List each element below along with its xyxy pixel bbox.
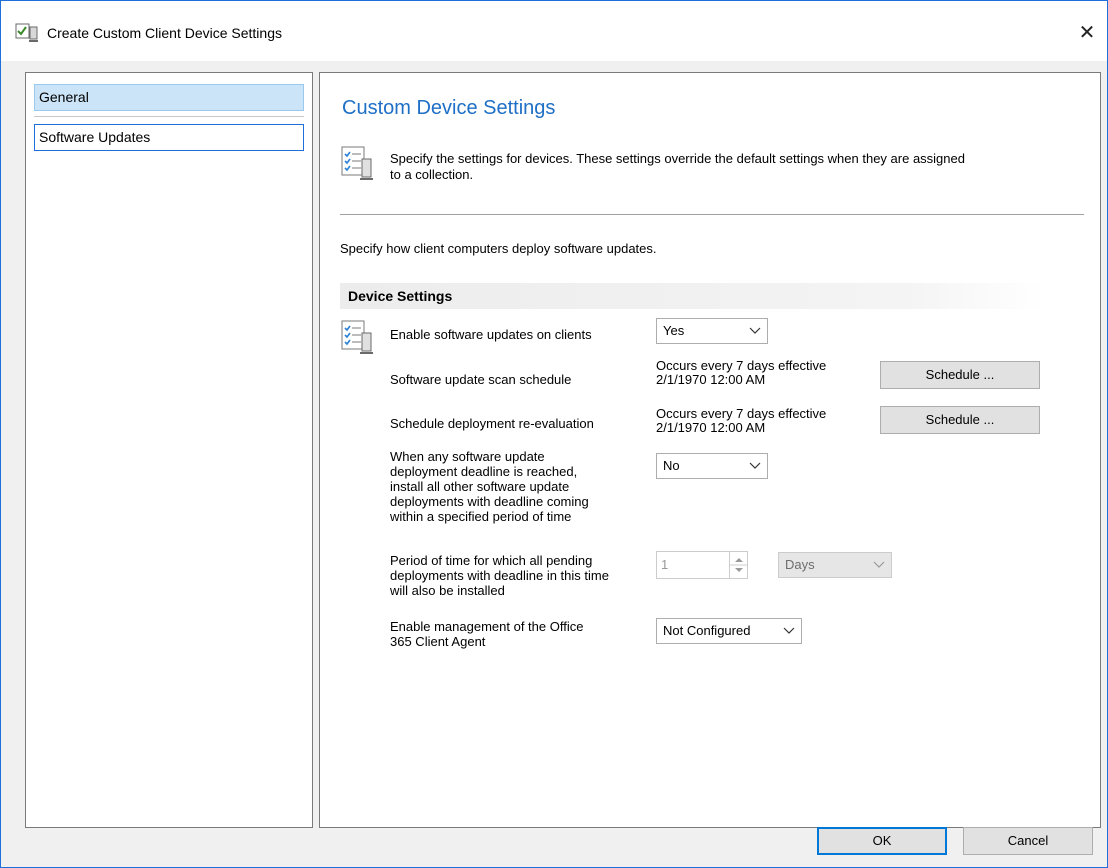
divider [340,214,1084,215]
cancel-button[interactable]: Cancel [963,827,1093,855]
checklist-icon [340,145,374,183]
description-text: Specify how client computers deploy soft… [340,241,657,256]
enable-updates-label: Enable software updates on clients [390,327,592,342]
section-header: Device Settings [340,283,1046,309]
chevron-down-icon [747,454,763,478]
ok-button[interactable]: OK [817,827,947,855]
chevron-down-icon [871,553,887,577]
page-title: Custom Device Settings [342,97,556,119]
checklist-icon [340,319,374,357]
title-bar: Create Custom Client Device Settings ✕ [1,1,1107,61]
scan-schedule-button[interactable]: Schedule ... [880,361,1040,389]
nav-item-general[interactable]: General [34,84,304,111]
period-label: Period of time for which all pending dep… [390,553,609,598]
nav-divider [34,116,304,117]
reevaluation-schedule-button[interactable]: Schedule ... [880,406,1040,434]
reevaluation-label: Schedule deployment re-evaluation [390,416,594,431]
office365-label: Enable management of the Office 365 Clie… [390,619,584,649]
chevron-down-icon [781,619,797,643]
main-panel: Custom Device Settings Specify the setti… [319,72,1101,828]
reevaluation-value: Occurs every 7 days effective 2/1/1970 1… [656,406,827,435]
stepper-arrows-icon[interactable] [729,552,748,578]
settings-nav: General Software Updates [25,72,313,828]
app-icon [15,23,39,43]
period-unit-select[interactable]: Days [778,552,892,578]
window-title: Create Custom Client Device Settings [47,25,282,41]
dialog-window: Create Custom Client Device Settings ✕ G… [0,0,1108,868]
close-icon: ✕ [1078,22,1096,44]
scan-schedule-label: Software update scan schedule [390,372,572,387]
period-number-stepper[interactable]: 1 [656,551,748,579]
enable-updates-select[interactable]: Yes [656,318,768,344]
close-button[interactable]: ✕ [1067,17,1107,51]
deadline-select[interactable]: No [656,453,768,479]
office365-select[interactable]: Not Configured [656,618,802,644]
intro-text: Specify the settings for devices. These … [390,151,965,182]
deadline-label: When any software update deployment dead… [390,449,589,524]
scan-schedule-value: Occurs every 7 days effective 2/1/1970 1… [656,358,827,387]
chevron-down-icon [747,319,763,343]
nav-item-software-updates[interactable]: Software Updates [34,124,304,151]
